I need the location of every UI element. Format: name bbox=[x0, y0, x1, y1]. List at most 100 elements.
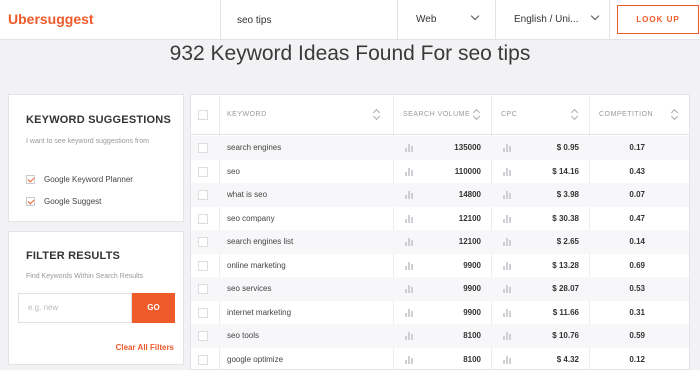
table-row[interactable]: internet marketing 9900 $ 11.66 0.31 bbox=[191, 301, 689, 325]
search-volume-cell: 12100 bbox=[458, 237, 481, 246]
row-checkbox[interactable] bbox=[198, 307, 208, 318]
row-checkbox[interactable] bbox=[198, 166, 208, 177]
keyword-cell[interactable]: search engines list bbox=[227, 230, 293, 254]
competition-cell: 0.12 bbox=[629, 354, 645, 364]
table-row[interactable]: what is seo 14800 $ 3.98 0.07 bbox=[191, 183, 689, 207]
bar-chart-icon[interactable] bbox=[503, 191, 512, 199]
keyword-cell[interactable]: search engines bbox=[227, 136, 281, 160]
source-select[interactable]: Web bbox=[398, 0, 496, 40]
cpc-cell: $ 11.66 bbox=[552, 307, 579, 317]
language-select-value: English / Uni... bbox=[514, 14, 579, 25]
table-row[interactable]: seo company 12100 $ 30.38 0.47 bbox=[191, 207, 689, 231]
filter-input[interactable]: e.g. new bbox=[18, 293, 132, 323]
search-volume-cell: 12100 bbox=[458, 213, 481, 223]
bar-chart-icon[interactable] bbox=[503, 308, 512, 317]
top-bar: Ubersuggest Web English / Uni... LOOK UP bbox=[0, 0, 700, 40]
bar-chart-icon[interactable] bbox=[503, 261, 512, 270]
row-checkbox[interactable] bbox=[198, 190, 208, 200]
bar-chart-icon[interactable] bbox=[503, 238, 512, 246]
search-volume-cell: 135000 bbox=[454, 143, 481, 152]
go-button[interactable]: GO bbox=[132, 293, 175, 323]
filter-results-subtitle: Find Keywords Within Search Results bbox=[26, 273, 144, 280]
table-row[interactable]: online marketing 9900 $ 13.28 0.69 bbox=[191, 254, 689, 278]
sort-icon[interactable] bbox=[473, 109, 481, 121]
row-checkbox[interactable] bbox=[198, 284, 208, 294]
table-row[interactable]: search engines 135000 $ 0.95 0.17 bbox=[191, 136, 689, 160]
row-checkbox[interactable] bbox=[198, 354, 208, 365]
look-up-button[interactable]: LOOK UP bbox=[617, 5, 699, 34]
keyword-suggestions-panel: KEYWORD SUGGESTIONS I want to see keywor… bbox=[8, 94, 184, 222]
keyword-cell[interactable]: seo tools bbox=[227, 324, 259, 348]
bar-chart-icon[interactable] bbox=[503, 285, 512, 293]
clear-all-filters-link[interactable]: Clear All Filters bbox=[116, 343, 174, 352]
bar-chart-icon[interactable] bbox=[503, 167, 512, 176]
keyword-cell[interactable]: seo services bbox=[227, 277, 271, 301]
row-checkbox[interactable] bbox=[198, 331, 208, 341]
bar-chart-icon[interactable] bbox=[503, 355, 512, 364]
sort-icon[interactable] bbox=[373, 109, 381, 121]
keyword-suggestions-title: KEYWORD SUGGESTIONS bbox=[26, 114, 171, 126]
bar-chart-icon[interactable] bbox=[503, 144, 512, 152]
bar-chart-icon[interactable] bbox=[405, 238, 414, 246]
checkbox-checked-icon[interactable] bbox=[26, 197, 35, 206]
search-volume-cell: 9900 bbox=[463, 307, 481, 317]
cpc-cell: $ 13.28 bbox=[552, 260, 579, 270]
bar-chart-icon[interactable] bbox=[503, 214, 512, 223]
source-select-value: Web bbox=[416, 14, 437, 25]
select-all-checkbox[interactable] bbox=[198, 110, 208, 120]
option-label: Google Keyword Planner bbox=[44, 175, 133, 184]
header-cpc[interactable]: CPC bbox=[501, 95, 517, 135]
competition-cell: 0.47 bbox=[629, 213, 645, 223]
search-volume-cell: 14800 bbox=[458, 190, 481, 199]
bar-chart-icon[interactable] bbox=[405, 332, 414, 340]
search-volume-cell: 110000 bbox=[454, 166, 481, 176]
cpc-cell: $ 10.76 bbox=[552, 331, 579, 340]
keyword-cell[interactable]: internet marketing bbox=[227, 301, 291, 325]
checkbox-checked-icon[interactable] bbox=[26, 175, 35, 184]
row-checkbox[interactable] bbox=[198, 213, 208, 224]
row-checkbox[interactable] bbox=[198, 237, 208, 247]
bar-chart-icon[interactable] bbox=[405, 191, 414, 199]
table-row[interactable]: seo tools 8100 $ 10.76 0.59 bbox=[191, 324, 689, 348]
cpc-cell: $ 3.98 bbox=[556, 190, 579, 199]
sort-icon[interactable] bbox=[671, 109, 679, 121]
bar-chart-icon[interactable] bbox=[405, 261, 414, 270]
header-search-volume[interactable]: SEARCH VOLUME bbox=[403, 95, 470, 135]
search-input[interactable] bbox=[221, 0, 397, 40]
row-checkbox[interactable] bbox=[198, 260, 208, 271]
table-row[interactable]: seo 110000 $ 14.16 0.43 bbox=[191, 160, 689, 184]
bar-chart-icon[interactable] bbox=[405, 355, 414, 364]
bar-chart-icon[interactable] bbox=[405, 285, 414, 293]
bar-chart-icon[interactable] bbox=[405, 308, 414, 317]
row-checkbox[interactable] bbox=[198, 143, 208, 153]
language-select[interactable]: English / Uni... bbox=[496, 0, 610, 40]
chevron-down-icon bbox=[590, 11, 600, 21]
competition-cell: 0.31 bbox=[629, 307, 645, 317]
keyword-cell[interactable]: online marketing bbox=[227, 254, 286, 278]
bar-chart-icon[interactable] bbox=[405, 214, 414, 223]
table-row[interactable]: google optimize 8100 $ 4.32 0.12 bbox=[191, 348, 689, 370]
cpc-cell: $ 0.95 bbox=[556, 143, 579, 152]
sort-icon[interactable] bbox=[571, 109, 579, 121]
header-keyword[interactable]: KEYWORD bbox=[227, 95, 267, 135]
header-competition[interactable]: COMPETITION bbox=[599, 95, 653, 135]
keyword-cell[interactable]: what is seo bbox=[227, 183, 267, 207]
cpc-cell: $ 4.32 bbox=[556, 354, 579, 364]
search-volume-cell: 9900 bbox=[463, 284, 481, 293]
competition-cell: 0.53 bbox=[629, 284, 645, 293]
keyword-cell[interactable]: seo bbox=[227, 160, 240, 184]
bar-chart-icon[interactable] bbox=[405, 167, 414, 176]
competition-cell: 0.69 bbox=[629, 260, 645, 270]
keyword-cell[interactable]: google optimize bbox=[227, 348, 283, 370]
table-row[interactable]: seo services 9900 $ 28.07 0.53 bbox=[191, 277, 689, 301]
cpc-cell: $ 30.38 bbox=[552, 213, 579, 223]
bar-chart-icon[interactable] bbox=[503, 332, 512, 340]
competition-cell: 0.43 bbox=[629, 166, 645, 176]
competition-cell: 0.17 bbox=[629, 143, 645, 152]
table-row[interactable]: search engines list 12100 $ 2.65 0.14 bbox=[191, 230, 689, 254]
page-title: 932 Keyword Ideas Found For seo tips bbox=[169, 42, 531, 65]
keyword-cell[interactable]: seo company bbox=[227, 207, 275, 231]
logo[interactable]: Ubersuggest bbox=[8, 11, 94, 27]
bar-chart-icon[interactable] bbox=[405, 144, 414, 152]
table-header: KEYWORD SEARCH VOLUME CPC COMPETITION bbox=[191, 95, 689, 135]
